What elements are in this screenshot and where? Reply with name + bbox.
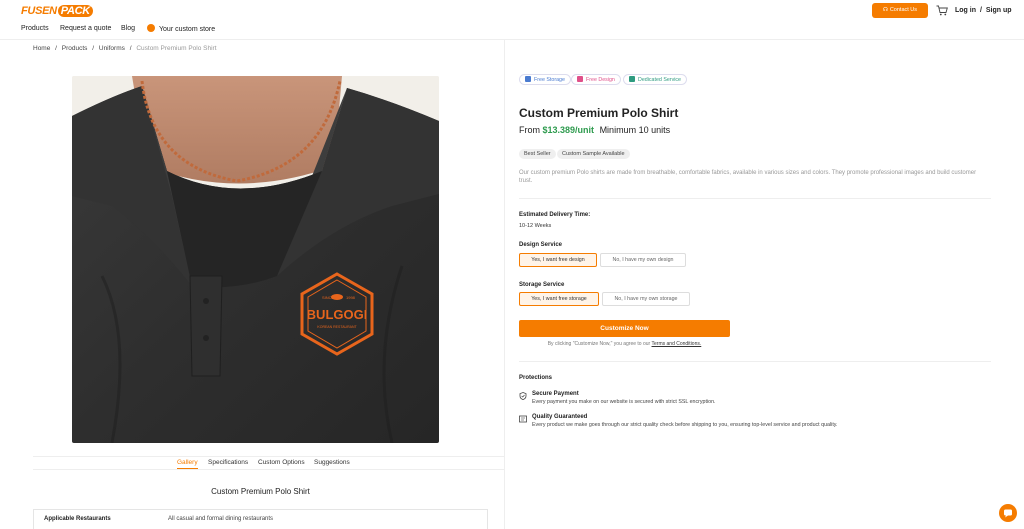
- badge-label: Free Storage: [534, 77, 565, 83]
- tag-best-seller: Best Seller: [519, 149, 556, 159]
- headset-icon: ☊: [882, 7, 888, 13]
- protection-title: Secure Payment: [532, 391, 579, 397]
- storage-service-label: Storage Service: [519, 282, 565, 288]
- brand-name-pack: PACK: [57, 5, 93, 17]
- logo-year: 1998: [346, 295, 356, 300]
- auth-links: Log in / Sign up: [955, 7, 1012, 14]
- spec-key: Applicable Restaurants: [44, 516, 111, 522]
- badge-dedicated-service: Dedicated Service: [623, 74, 687, 85]
- tab-gallery[interactable]: Gallery: [177, 459, 198, 469]
- design-option-own[interactable]: No, I have my own design: [600, 253, 686, 267]
- divider: [519, 198, 991, 199]
- palette-icon: [577, 75, 583, 82]
- product-tabs: Gallery Specifications Custom Options Su…: [33, 456, 504, 470]
- breadcrumb-uniforms[interactable]: Uniforms: [99, 45, 125, 52]
- breadcrumb-separator: /: [129, 45, 132, 52]
- design-option-free[interactable]: Yes, I want free design: [519, 253, 597, 267]
- service-icon: [629, 75, 635, 82]
- protection-quality-guaranteed: Quality Guaranteed Every product we make…: [519, 414, 989, 430]
- design-service-label: Design Service: [519, 242, 563, 248]
- breadcrumb-current: Custom Premium Polo Shirt: [136, 45, 217, 52]
- tag-custom-sample: Custom Sample Available: [557, 149, 630, 159]
- brand-name-fusen: FUSEN: [21, 5, 57, 17]
- polo-shirt-illustration: SINCE 1998 BULGOGI KOREAN RESTAURANT: [72, 76, 439, 443]
- protection-desc: Every payment you make on our website is…: [532, 399, 716, 405]
- contact-us-label: Contact Us: [889, 7, 918, 13]
- breadcrumb-products[interactable]: Products: [62, 45, 88, 52]
- badge-free-storage: Free Storage: [519, 74, 571, 85]
- terms-notice: By clicking "Customize Now," you agree t…: [519, 341, 730, 347]
- protections-title: Protections: [519, 375, 553, 381]
- store-icon: [147, 24, 155, 32]
- terms-prefix: By clicking "Customize Now," you agree t…: [547, 341, 651, 347]
- badge-label: Free Design: [586, 77, 615, 83]
- contact-us-button[interactable]: ☊ Contact Us: [872, 3, 928, 18]
- specifications-title: Custom Premium Polo Shirt: [211, 487, 310, 496]
- delivery-label: Estimated Delivery Time:: [519, 212, 591, 218]
- badge-label: Dedicated Service: [638, 77, 681, 83]
- protection-secure-payment: Secure Payment Every payment you make on…: [519, 391, 989, 407]
- specifications-table: Applicable Restaurants All casual and fo…: [33, 509, 488, 529]
- terms-link[interactable]: Terms and Conditions.: [652, 341, 702, 347]
- nav-products[interactable]: Products: [21, 25, 49, 32]
- storage-option-own[interactable]: No, I have my own storage: [602, 292, 690, 306]
- product-price: From $13.389/unit Minimum 10 units: [519, 125, 670, 135]
- cart-icon[interactable]: [936, 5, 948, 16]
- nav-request-quote[interactable]: Request a quote: [60, 25, 111, 32]
- brand-logo[interactable]: FUSEN PACK: [21, 5, 93, 17]
- minimum-order: Minimum 10 units: [599, 125, 671, 135]
- tab-specifications[interactable]: Specifications: [208, 459, 248, 466]
- breadcrumb-separator: /: [55, 45, 57, 52]
- breadcrumb-home[interactable]: Home: [33, 45, 50, 52]
- nav-blog[interactable]: Blog: [121, 25, 135, 32]
- divider: [519, 361, 991, 362]
- chat-widget-button[interactable]: [999, 504, 1017, 522]
- nav-custom-store-label: Your custom store: [159, 25, 216, 33]
- top-navigation: FUSEN PACK Products Request a quote Blog …: [0, 0, 1024, 40]
- auth-separator: /: [979, 7, 982, 14]
- certificate-icon: [519, 415, 527, 423]
- price-amount: $13.389/unit: [542, 125, 595, 135]
- product-title: Custom Premium Polo Shirt: [519, 106, 679, 120]
- signup-link[interactable]: Sign up: [986, 7, 1012, 14]
- customize-now-button[interactable]: Customize Now: [519, 320, 730, 337]
- storage-option-free[interactable]: Yes, I want free storage: [519, 292, 599, 306]
- nav-custom-store[interactable]: Your custom store: [147, 24, 216, 33]
- spec-value: All casual and formal dining restaurants: [168, 516, 274, 522]
- product-description: Our custom premium Polo shirts are made …: [519, 170, 977, 184]
- tab-suggestions[interactable]: Suggestions: [314, 459, 350, 466]
- logo-title: BULGOGI: [307, 307, 368, 322]
- delivery-value: 10-12 Weeks: [519, 223, 552, 229]
- chat-icon: [1004, 509, 1012, 518]
- product-image[interactable]: SINCE 1998 BULGOGI KOREAN RESTAURANT: [72, 76, 439, 443]
- shield-icon: [519, 392, 527, 400]
- logo-since: SINCE: [322, 295, 335, 300]
- column-divider: [504, 40, 505, 529]
- protection-desc: Every product we make goes through our s…: [532, 422, 838, 428]
- breadcrumb-separator: /: [92, 45, 95, 52]
- logo-subtitle: KOREAN RESTAURANT: [317, 325, 357, 329]
- badge-free-design: Free Design: [571, 74, 621, 85]
- price-prefix: From: [519, 125, 540, 135]
- protection-title: Quality Guaranteed: [532, 414, 588, 420]
- storage-icon: [525, 75, 531, 82]
- breadcrumb: Home / Products / Uniforms / Custom Prem…: [33, 45, 217, 52]
- tab-custom-options[interactable]: Custom Options: [258, 459, 305, 466]
- login-link[interactable]: Log in: [955, 7, 976, 14]
